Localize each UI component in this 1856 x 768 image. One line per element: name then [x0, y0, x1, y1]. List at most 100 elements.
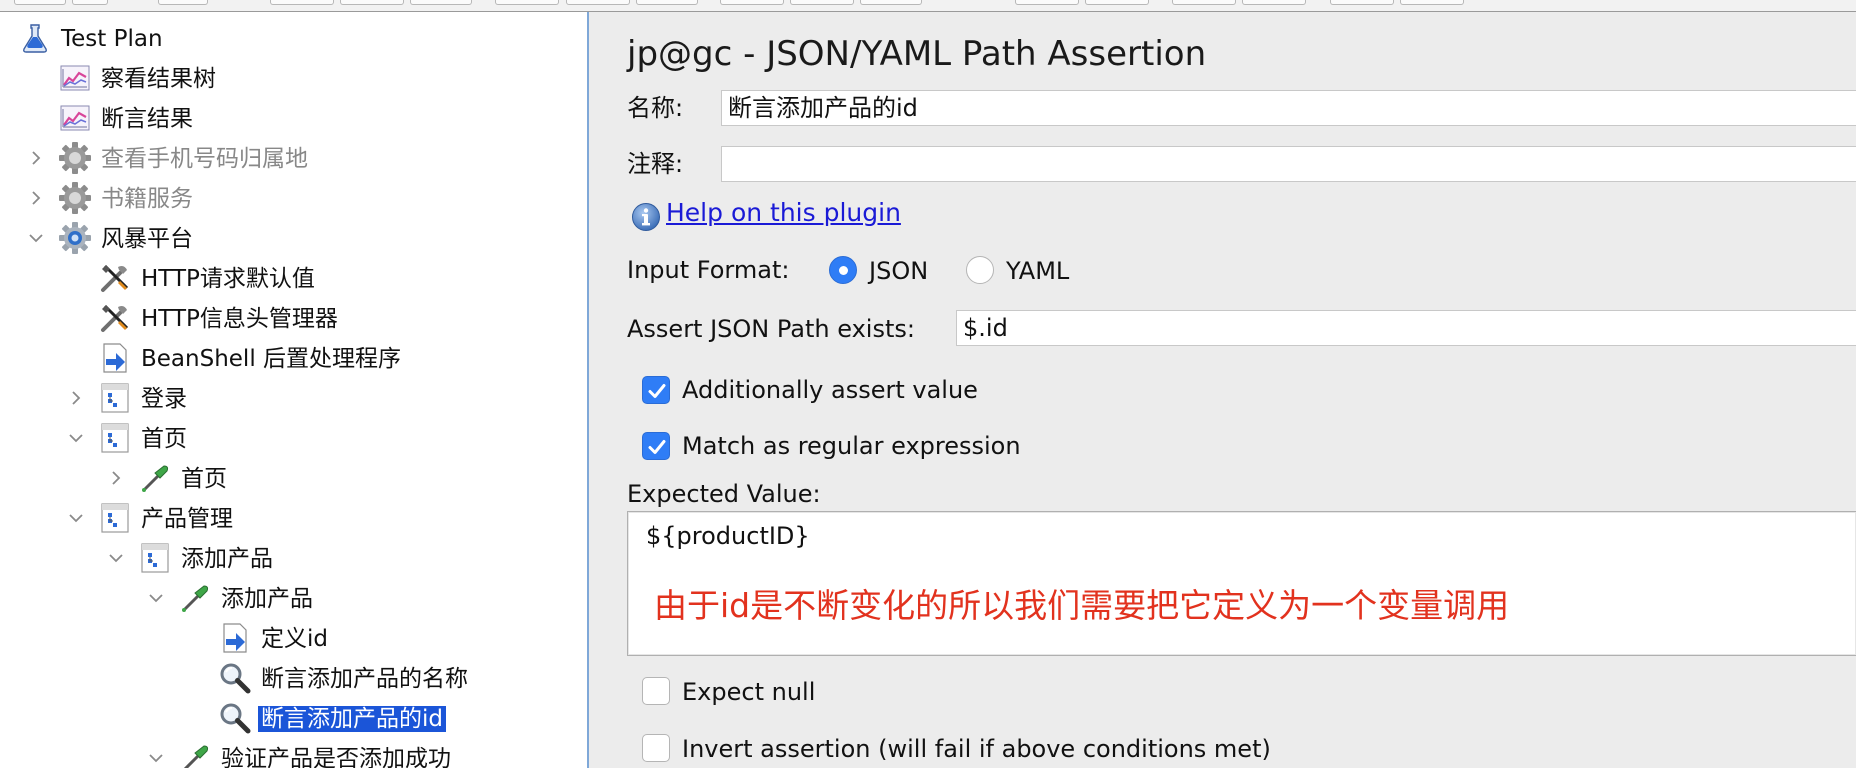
tree-node-define-id[interactable]: 定义id	[0, 619, 587, 657]
collapse-chevron-icon[interactable]	[68, 510, 84, 526]
tree-node-homepage-sampler[interactable]: 首页	[0, 459, 587, 497]
test-plan-tree[interactable]: Test Plan 察看结果树断言结果查看手机号码归属地 书籍服务风暴平台 HTTP请…	[0, 12, 589, 768]
collapse-chevron-icon[interactable]	[108, 550, 124, 566]
json-radio[interactable]	[829, 256, 857, 284]
additionally-assert-value-checkbox[interactable]	[642, 376, 670, 404]
tree-node-product-management[interactable]: 产品管理	[0, 499, 587, 537]
toolbar-button[interactable]	[340, 0, 404, 5]
tree-node-label[interactable]: HTTP信息头管理器	[138, 306, 341, 332]
tree-node-beanshell-postprocessor[interactable]: BeanShell 后置处理程序	[0, 339, 587, 377]
expected-value-label: Expected Value:	[627, 480, 821, 508]
toolbar-button[interactable]	[790, 0, 854, 5]
expand-chevron-icon[interactable]	[28, 190, 44, 206]
tree-node-label[interactable]: 首页	[138, 426, 190, 452]
assertion-magnifier-icon	[218, 661, 252, 695]
gear-icon	[58, 141, 92, 175]
toolbar-button[interactable]	[410, 0, 472, 5]
annotation-note: 由于id是不断变化的所以我们需要把它定义为一个变量调用	[654, 586, 1510, 625]
tree-node-label[interactable]: 书籍服务	[98, 186, 196, 212]
match-regex-checkbox[interactable]	[642, 432, 670, 460]
toolbar-button[interactable]	[1242, 0, 1306, 5]
expect-null-label[interactable]: Expect null	[682, 678, 815, 706]
controller-icon	[98, 501, 132, 535]
tree-node-label[interactable]: 查看手机号码归属地	[98, 146, 311, 172]
tree-node-label[interactable]: 断言结果	[98, 106, 196, 132]
name-label: 名称:	[627, 94, 684, 122]
tree-node-login[interactable]: 登录	[0, 379, 587, 417]
invert-assertion-checkbox[interactable]	[642, 734, 670, 762]
comment-field[interactable]	[721, 146, 1856, 182]
toolbar-button[interactable]	[1172, 0, 1236, 5]
yaml-radio[interactable]	[966, 256, 994, 284]
tree-node-label[interactable]: 添加产品	[218, 586, 316, 612]
tree-node-add-product-controller[interactable]: 添加产品	[0, 539, 587, 577]
toolbar-button[interactable]	[270, 0, 334, 5]
tree-node-add-product-sampler[interactable]: 添加产品	[0, 579, 587, 617]
tree-node-storm-platform[interactable]: 风暴平台	[0, 219, 587, 257]
sampler-pipette-icon	[138, 461, 172, 495]
tree-node-homepage-controller[interactable]: 首页	[0, 419, 587, 457]
test-plan-flask-icon	[18, 21, 52, 55]
invert-assertion-label[interactable]: Invert assertion (will fail if above con…	[682, 735, 1271, 763]
toolbar-button[interactable]	[860, 0, 922, 5]
expect-null-checkbox[interactable]	[642, 677, 670, 705]
expand-chevron-icon[interactable]	[68, 390, 84, 406]
json-path-label: Assert JSON Path exists:	[627, 315, 915, 343]
toolbar-button[interactable]	[158, 0, 208, 5]
tree-node-label[interactable]: 添加产品	[178, 546, 276, 572]
tree-node-test-plan[interactable]: Test Plan	[0, 19, 587, 57]
tree-node-label[interactable]: 登录	[138, 386, 190, 412]
toolbar-button[interactable]	[1085, 0, 1149, 5]
additionally-assert-value-label[interactable]: Additionally assert value	[682, 376, 978, 404]
tree-node-book-service[interactable]: 书籍服务	[0, 179, 587, 217]
toolbar-button[interactable]	[566, 0, 630, 5]
collapse-chevron-icon[interactable]	[148, 750, 164, 766]
tree-node-label[interactable]: 风暴平台	[98, 226, 196, 252]
tree-node-label[interactable]: HTTP请求默认值	[138, 266, 318, 292]
toolbar-button[interactable]	[1400, 0, 1464, 5]
tree-node-view-results-tree[interactable]: 察看结果树	[0, 59, 587, 97]
tree-node-http-defaults[interactable]: HTTP请求默认值	[0, 259, 587, 297]
toolbar-button[interactable]	[1015, 0, 1079, 5]
json-path-field[interactable]: $.id	[956, 310, 1856, 346]
yaml-radio-label[interactable]: YAML	[1006, 257, 1069, 285]
tree-node-label[interactable]: 察看结果树	[98, 66, 219, 92]
expand-chevron-icon[interactable]	[28, 150, 44, 166]
tree-node-label[interactable]: 断言添加产品的名称	[258, 666, 471, 692]
sampler-pipette-icon	[178, 581, 212, 615]
tree-node-label[interactable]: Test Plan	[58, 26, 166, 52]
json-radio-label[interactable]: JSON	[869, 257, 928, 285]
tree-node-label[interactable]: 断言添加产品的id	[258, 706, 446, 732]
expected-value-textarea[interactable]: ${productID} 由于id是不断变化的所以我们需要把它定义为一个变量调用	[627, 511, 1856, 656]
tree-node-label[interactable]: BeanShell 后置处理程序	[138, 346, 404, 372]
tree-node-label[interactable]: 首页	[178, 466, 230, 492]
expand-chevron-icon[interactable]	[108, 470, 124, 486]
toolbar-button[interactable]	[1330, 0, 1394, 5]
tree-node-http-header-manager[interactable]: HTTP信息头管理器	[0, 299, 587, 337]
collapse-chevron-icon[interactable]	[28, 230, 44, 246]
tree-node-label[interactable]: 定义id	[258, 626, 331, 652]
tree-node-assert-product-id[interactable]: 断言添加产品的id	[0, 699, 587, 737]
info-icon	[631, 202, 661, 232]
toolbar-button[interactable]	[636, 0, 698, 5]
collapse-chevron-icon[interactable]	[68, 430, 84, 446]
tree-node-phone-location[interactable]: 查看手机号码归属地	[0, 139, 587, 177]
tree-node-label[interactable]: 产品管理	[138, 506, 236, 532]
tree-node-assertion-results[interactable]: 断言结果	[0, 99, 587, 137]
comment-label: 注释:	[627, 150, 684, 178]
assertion-magnifier-icon	[218, 701, 252, 735]
collapse-chevron-icon[interactable]	[148, 590, 164, 606]
toolbar-button[interactable]	[14, 0, 66, 5]
name-field[interactable]: 断言添加产品的id	[721, 90, 1856, 126]
assertion-editor-panel: jp@gc - JSON/YAML Path Assertion 名称: 断言添…	[591, 12, 1856, 768]
toolbar-button[interactable]	[720, 0, 784, 5]
postprocessor-arrow-icon	[218, 621, 252, 655]
tree-node-label[interactable]: 验证产品是否添加成功	[218, 746, 454, 768]
help-on-plugin-link[interactable]: Help on this plugin	[666, 198, 901, 228]
tree-node-verify-product-added[interactable]: 验证产品是否添加成功	[0, 739, 587, 768]
toolbar-button[interactable]	[72, 0, 108, 5]
toolbar-button[interactable]	[495, 0, 559, 5]
match-regex-label[interactable]: Match as regular expression	[682, 432, 1021, 460]
tree-node-assert-product-name[interactable]: 断言添加产品的名称	[0, 659, 587, 697]
expected-value-text[interactable]: ${productID}	[646, 522, 810, 550]
